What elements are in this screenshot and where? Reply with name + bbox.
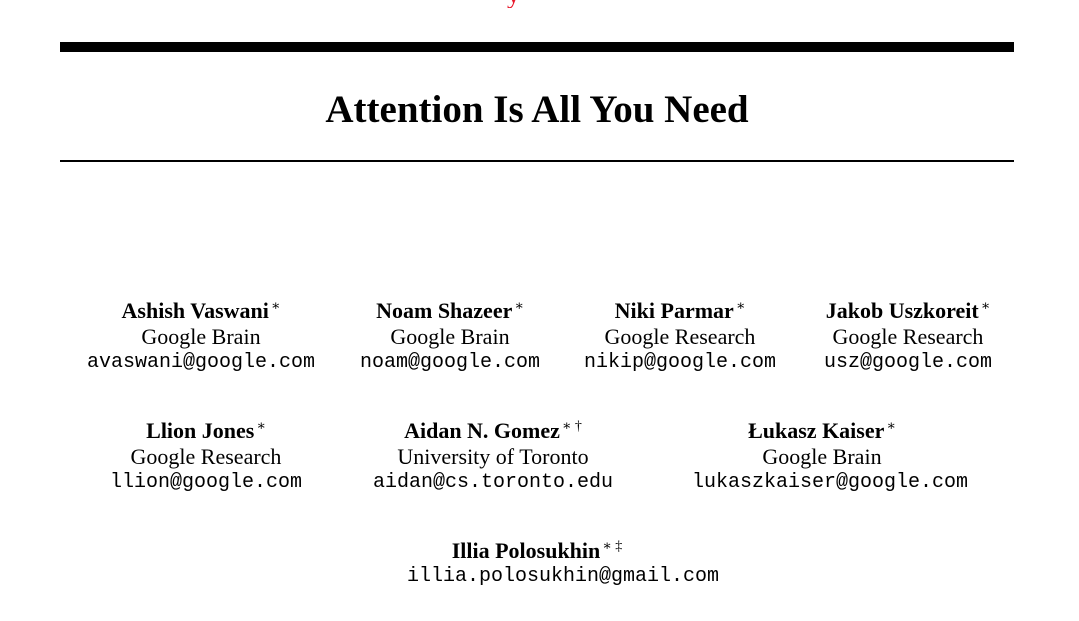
author-affiliation: Google Brain <box>141 324 261 349</box>
author-email: aidan@cs.toronto.edu <box>372 471 614 494</box>
author-email: llion@google.com <box>109 471 303 494</box>
top-thick-rule <box>60 42 1014 52</box>
author-block: Noam Shazeer ∗ Google Brain noam@google.c… <box>320 297 580 376</box>
author-block: Illia Polosukhin ∗ ‡ illia.polosukhin@gma… <box>407 537 720 590</box>
author-block: Aidan N. Gomez ∗ † University of Toronto … <box>363 417 623 496</box>
author-block: Niki Parmar ∗ Google Research nikip@googl… <box>550 297 810 376</box>
author-block: Ashish Vaswani ∗ Google Brain avaswani@go… <box>71 297 331 376</box>
author-affiliation: Google Research <box>604 324 756 349</box>
author-name: Llion Jones ∗ <box>146 418 266 443</box>
footnote-mark: ∗ <box>256 419 266 434</box>
author-email: lukaszkaiser@google.com <box>692 471 969 494</box>
footnote-mark: ∗ <box>514 299 524 314</box>
author-email: usz@google.com <box>823 351 993 374</box>
author-name: Ashish Vaswani ∗ <box>121 298 281 323</box>
author-block: Jakob Uszkoreit ∗ Google Research usz@goo… <box>778 297 1038 376</box>
footnote-mark: ∗ <box>886 419 896 434</box>
header-fragment: y <box>507 0 567 8</box>
author-name: Illia Polosukhin ∗ ‡ <box>451 538 623 563</box>
author-affiliation: Google Brain <box>762 444 882 469</box>
author-email: nikip@google.com <box>583 351 777 374</box>
title-bottom-rule <box>60 160 1014 162</box>
author-name: Aidan N. Gomez ∗ † <box>404 418 582 443</box>
author-affiliation: Google Research <box>130 444 282 469</box>
footnote-mark: ∗ <box>980 299 991 314</box>
author-name: Noam Shazeer ∗ <box>376 298 524 323</box>
footnote-mark: ∗ <box>270 299 281 314</box>
author-email: illia.polosukhin@gmail.com <box>407 565 720 588</box>
author-name: Niki Parmar ∗ <box>614 298 746 323</box>
author-affiliation: University of Toronto <box>397 444 589 469</box>
author-name: Jakob Uszkoreit ∗ <box>825 298 991 323</box>
author-affiliation: Google Brain <box>390 324 510 349</box>
footnote-mark: ∗ ‡ <box>602 539 623 554</box>
author-email: avaswani@google.com <box>86 351 316 374</box>
paper-title: Attention Is All You Need <box>325 88 749 131</box>
paper-page: y Attention Is All You Need Ashish Vaswa… <box>0 0 1079 621</box>
author-name: Łukasz Kaiser ∗ <box>748 418 896 443</box>
author-block: Llion Jones ∗ Google Research llion@googl… <box>76 417 336 496</box>
author-email: noam@google.com <box>359 351 541 374</box>
author-block: Łukasz Kaiser ∗ Google Brain lukaszkaiser… <box>692 417 969 496</box>
footnote-mark: ∗ † <box>561 419 582 434</box>
footnote-mark: ∗ <box>735 299 746 314</box>
author-affiliation: Google Research <box>832 324 984 349</box>
